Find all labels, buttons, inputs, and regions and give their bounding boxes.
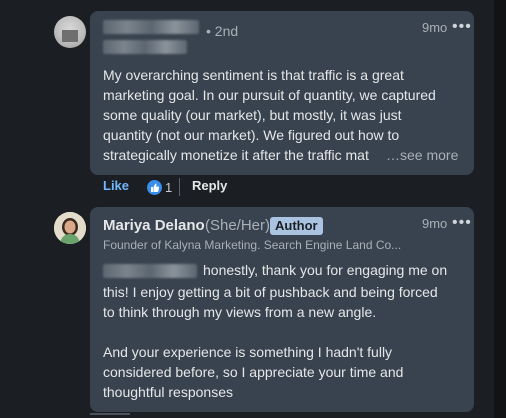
comment-text-first-line: honestly, thank you for engaging me on — [203, 262, 448, 278]
more-options-icon[interactable]: ••• — [452, 18, 472, 36]
see-more-link[interactable]: …see more — [382, 145, 472, 165]
divider — [90, 413, 130, 415]
comment-time: 9mo — [422, 216, 448, 231]
redacted-name — [103, 20, 199, 34]
redacted-mention — [103, 264, 197, 278]
comment-time: 9mo — [422, 20, 448, 35]
divider — [179, 178, 180, 196]
reply-button[interactable]: Reply — [192, 178, 227, 193]
like-button[interactable]: Like — [103, 178, 129, 193]
like-reaction-icon — [146, 179, 163, 196]
avatar[interactable] — [54, 16, 86, 48]
comment-text: this! I enjoy getting a bit of pushback … — [103, 284, 438, 400]
scroll-edge — [494, 0, 506, 418]
redacted-headline — [103, 40, 187, 54]
more-options-icon[interactable]: ••• — [452, 214, 472, 232]
commenter-headline: Founder of Kalyna Marketing. Search Engi… — [103, 238, 402, 252]
commenter-name[interactable]: Mariya Delano — [103, 217, 205, 234]
avatar-mariya-delano[interactable] — [54, 212, 86, 244]
author-badge: Author — [270, 217, 323, 235]
reaction-count[interactable]: 1 — [165, 180, 172, 195]
pronouns: (She/Her) — [205, 217, 271, 234]
connection-degree: • 2nd — [206, 23, 239, 39]
